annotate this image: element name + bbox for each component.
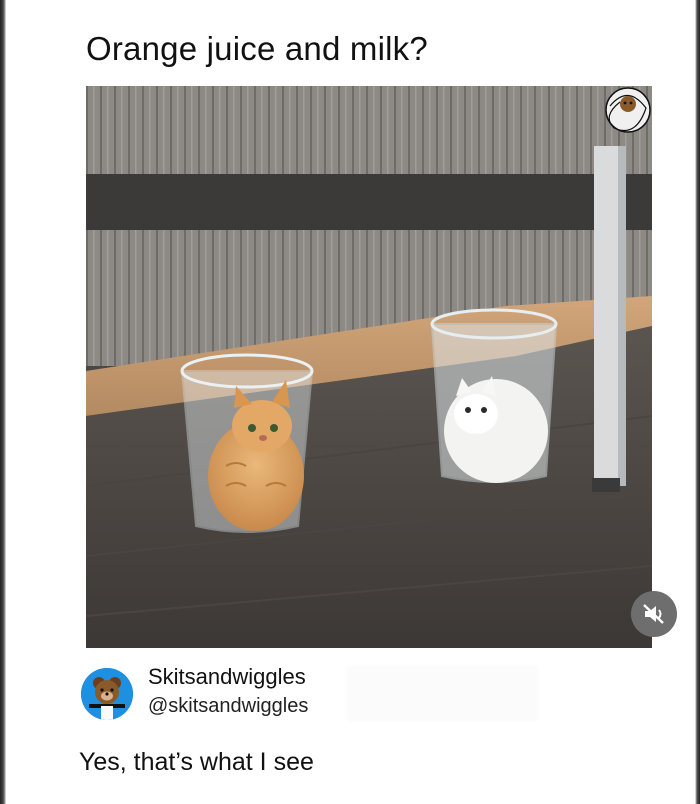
speaker-muted-icon [643,604,664,624]
page-edge-right [695,0,700,804]
post-image[interactable] [86,86,652,648]
avatar[interactable] [81,668,133,720]
reply-author: Skitsandwiggles @skitsandwiggles [78,658,638,728]
bear-avatar-icon [81,668,133,720]
kittens-in-cups-illustration [86,86,652,648]
reply-text: Yes, that’s what I see [79,748,314,776]
username-handle[interactable]: @skitsandwiggles [148,695,308,718]
page-edge-left [0,0,6,804]
display-name[interactable]: Skitsandwiggles [148,664,306,690]
post-title: Orange juice and milk? [86,30,428,67]
mute-button[interactable] [631,591,677,637]
redacted-area [346,666,538,722]
